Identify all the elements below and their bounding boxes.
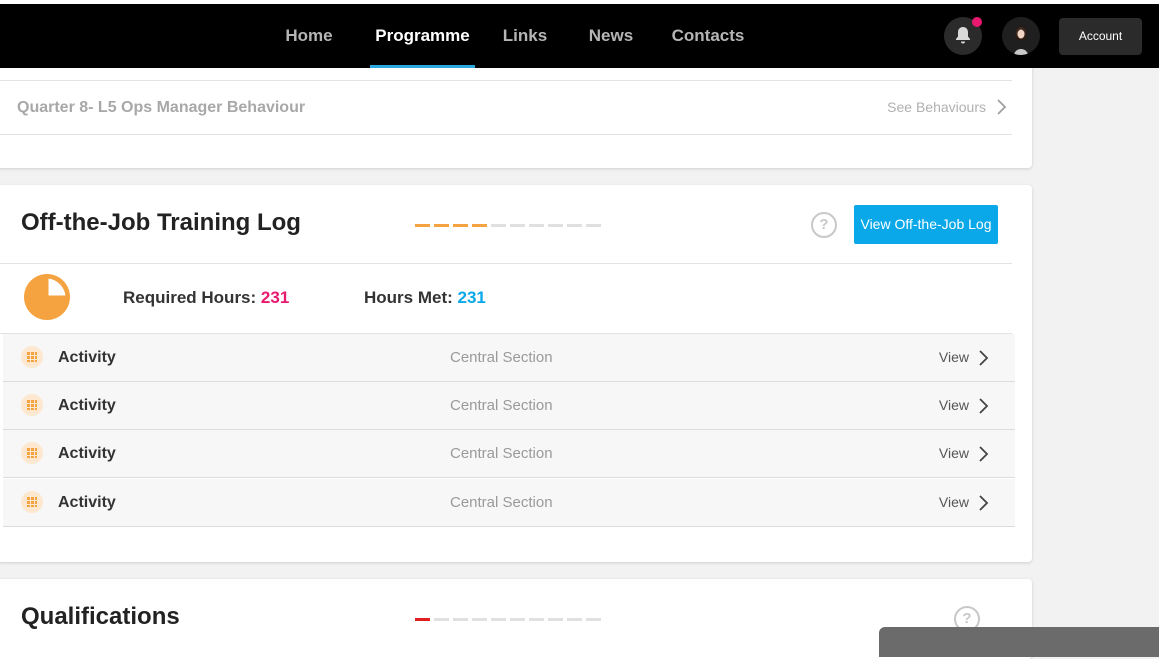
activity-section: Central Section (450, 494, 553, 511)
chevron-right-icon (997, 99, 1007, 115)
progress-segment (472, 224, 487, 227)
progress-segment (586, 224, 601, 227)
see-behaviours-link[interactable]: See Behaviours (887, 81, 986, 134)
progress-segment (567, 618, 582, 621)
hours-met-label: Hours Met: (364, 288, 453, 307)
activity-view-link[interactable]: View (939, 382, 969, 429)
activity-icon (21, 346, 43, 368)
required-hours-value: 231 (260, 288, 290, 307)
progress-segment (510, 618, 525, 621)
nav-programme[interactable]: Programme (370, 4, 475, 68)
required-hours-label: Required Hours: (123, 288, 257, 307)
activity-icon (21, 491, 43, 513)
floating-toolbar[interactable] (879, 627, 1159, 657)
progress-segment (415, 224, 430, 227)
activity-name: Activity (58, 397, 116, 414)
nav-news[interactable]: News (580, 4, 642, 68)
qualifications-title: Qualifications (21, 603, 180, 630)
nav-active-indicator (370, 65, 475, 68)
progress-segment (415, 618, 430, 621)
nav-links[interactable]: Links (495, 4, 555, 68)
hours-met: Hours Met: 231 (364, 265, 486, 331)
otj-progress-indicator (415, 224, 601, 227)
behaviour-title: Quarter 8- L5 Ops Manager Behaviour (17, 99, 306, 116)
bell-icon (956, 27, 970, 44)
qualifications-progress-indicator (415, 618, 601, 621)
nav-contacts[interactable]: Contacts (665, 4, 751, 68)
top-nav-bar: Home Programme Links News Contacts Accou… (0, 4, 1159, 68)
chevron-right-icon (979, 398, 989, 414)
activity-row[interactable]: Activity Central Section View (3, 334, 1015, 382)
behaviour-row[interactable]: Quarter 8- L5 Ops Manager Behaviour See … (0, 80, 1012, 135)
activity-view-link[interactable]: View (939, 479, 969, 526)
qualifications-card: Qualifications ? (0, 579, 1032, 659)
otj-training-card: Off-the-Job Training Log ? View Off-the-… (0, 185, 1032, 562)
activity-name: Activity (58, 494, 116, 511)
progress-segment (567, 224, 582, 227)
progress-segment (434, 224, 449, 227)
otj-hours-summary: Required Hours: 231 Hours Met: 231 (0, 265, 1012, 333)
user-avatar[interactable] (1002, 17, 1040, 55)
activity-section: Central Section (450, 349, 553, 366)
otj-title: Off-the-Job Training Log (21, 209, 301, 236)
activity-name: Activity (58, 445, 116, 462)
hours-pie-chart (24, 274, 70, 320)
required-hours: Required Hours: 231 (123, 265, 289, 331)
activity-row[interactable]: Activity Central Section View (3, 430, 1015, 478)
progress-segment (529, 618, 544, 621)
progress-segment (548, 224, 563, 227)
progress-segment (529, 224, 544, 227)
view-otj-log-button[interactable]: View Off-the-Job Log (854, 205, 998, 244)
progress-segment (453, 224, 468, 227)
nav-home[interactable]: Home (273, 4, 345, 68)
chevron-right-icon (979, 495, 989, 511)
hours-met-value: 231 (457, 288, 486, 307)
progress-segment (434, 618, 449, 621)
avatar-image (1014, 26, 1028, 55)
activity-row[interactable]: Activity Central Section View (3, 382, 1015, 430)
progress-segment (586, 618, 601, 621)
progress-segment (453, 618, 468, 621)
activity-section: Central Section (450, 445, 553, 462)
notification-badge (972, 17, 982, 27)
account-button[interactable]: Account (1059, 18, 1142, 55)
progress-segment (491, 618, 506, 621)
activity-section: Central Section (450, 397, 553, 414)
activity-icon (21, 442, 43, 464)
chevron-right-icon (979, 350, 989, 366)
progress-segment (548, 618, 563, 621)
activity-name: Activity (58, 349, 116, 366)
activity-view-link[interactable]: View (939, 430, 969, 477)
behaviour-card: Quarter 8- L5 Ops Manager Behaviour See … (0, 60, 1032, 168)
progress-segment (510, 224, 525, 227)
question-circle-icon[interactable]: ? (811, 212, 837, 238)
activity-icon (21, 394, 43, 416)
activity-view-link[interactable]: View (939, 334, 969, 381)
activity-row[interactable]: Activity Central Section View (3, 479, 1015, 527)
divider (0, 263, 1012, 264)
progress-segment (491, 224, 506, 227)
chevron-right-icon (979, 446, 989, 462)
progress-segment (472, 618, 487, 621)
